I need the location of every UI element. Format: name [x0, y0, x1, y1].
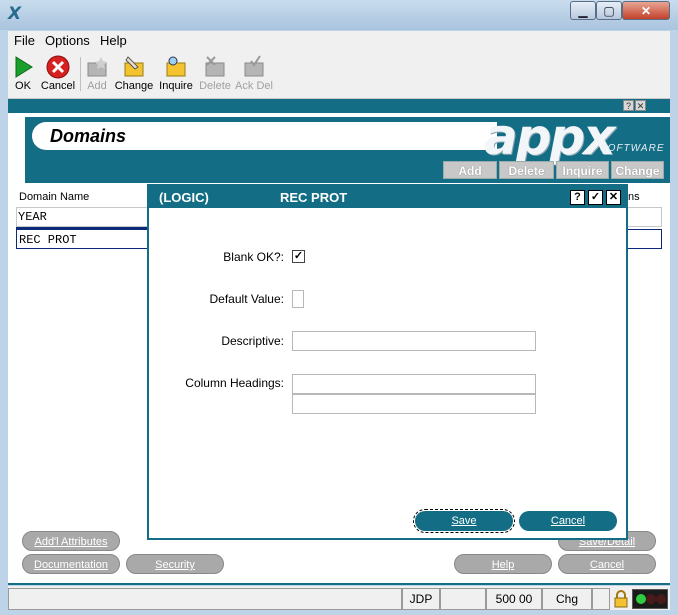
header-add-button[interactable]: Add [443, 161, 497, 179]
column-heading-2-field[interactable] [292, 394, 536, 414]
blank-ok-label: Blank OK?: [223, 250, 284, 264]
addl-attributes-button[interactable]: Add'l Attributes [22, 531, 120, 551]
list-item-selected-tail [628, 229, 662, 249]
column-header-domain-name: Domain Name [19, 191, 90, 203]
security-button[interactable]: Security [126, 554, 224, 574]
column-heading-1-field[interactable] [292, 374, 536, 394]
documentation-button[interactable]: Documentation [22, 554, 120, 574]
status-blank [440, 588, 486, 610]
default-value-field[interactable] [292, 290, 304, 308]
close-button[interactable]: ✕ [622, 1, 670, 20]
help-button[interactable]: Help [454, 554, 552, 574]
menu-file[interactable]: File [14, 33, 35, 48]
cancel-icon [46, 55, 70, 79]
dialog-help-button[interactable]: ? [570, 190, 585, 205]
change-button[interactable]: Change [115, 52, 153, 98]
inquire-icon [166, 56, 186, 77]
help-mini-button[interactable]: ? [623, 100, 634, 111]
blank-ok-checkbox[interactable]: ✓ [292, 250, 305, 263]
dialog-cancel-button[interactable]: Cancel [519, 511, 617, 531]
dialog-titlebar [149, 186, 626, 208]
default-value-label: Default Value: [209, 292, 285, 306]
menu-options[interactable]: Options [45, 33, 90, 48]
add-icon [87, 57, 107, 77]
dialog-title-type: (LOGIC) [159, 190, 209, 205]
header-inquire-button[interactable]: Inquire [556, 161, 609, 179]
status-message [8, 588, 402, 610]
logo-subtitle: SOFTWARE [600, 143, 665, 154]
appx-logo: appx [484, 108, 616, 166]
dialog-ok-button[interactable]: ✓ [588, 190, 603, 205]
lock-icon [612, 589, 630, 609]
descriptive-label: Descriptive: [221, 334, 284, 348]
menu-help[interactable]: Help [100, 33, 127, 48]
page-title: Domains [50, 126, 127, 146]
close-mini-button[interactable]: ✕ [635, 100, 646, 111]
status-mode: Chg [542, 588, 592, 610]
ack-del-icon [244, 55, 264, 77]
status-empty [592, 588, 610, 610]
bottom-cancel-button[interactable]: Cancel [558, 554, 656, 574]
dialog-cancel-label: Cancel [550, 515, 586, 527]
change-icon [124, 56, 144, 77]
header-delete-button[interactable]: Delete [499, 161, 554, 179]
descriptive-field[interactable] [292, 331, 536, 351]
dialog-save-label: Save [451, 515, 477, 527]
status-user: JDP [402, 588, 440, 610]
list-item-selected[interactable]: REC PROT [16, 229, 148, 249]
minimize-button[interactable]: ▁ [570, 1, 596, 20]
app-x-icon: X [8, 4, 22, 24]
delete-icon [205, 56, 225, 77]
dialog-save-button[interactable]: Save [413, 509, 515, 533]
list-item[interactable]: YEAR [16, 207, 148, 227]
column-headings-label: Column Headings: [185, 376, 284, 390]
edit-dialog [147, 184, 628, 540]
ack-del-label: Ack Del [235, 80, 273, 92]
status-code: 500 00 [486, 588, 542, 610]
maximize-button[interactable]: ▢ [596, 1, 622, 20]
dialog-close-button[interactable]: ✕ [606, 190, 621, 205]
header-change-button[interactable]: Change [611, 161, 664, 179]
column-header-right: ns [628, 191, 640, 203]
ok-icon [15, 56, 33, 78]
ack-del-button[interactable]: Ack Del [235, 52, 273, 98]
dialog-title-name: REC PROT [280, 190, 348, 205]
connection-status-lights [632, 589, 668, 609]
